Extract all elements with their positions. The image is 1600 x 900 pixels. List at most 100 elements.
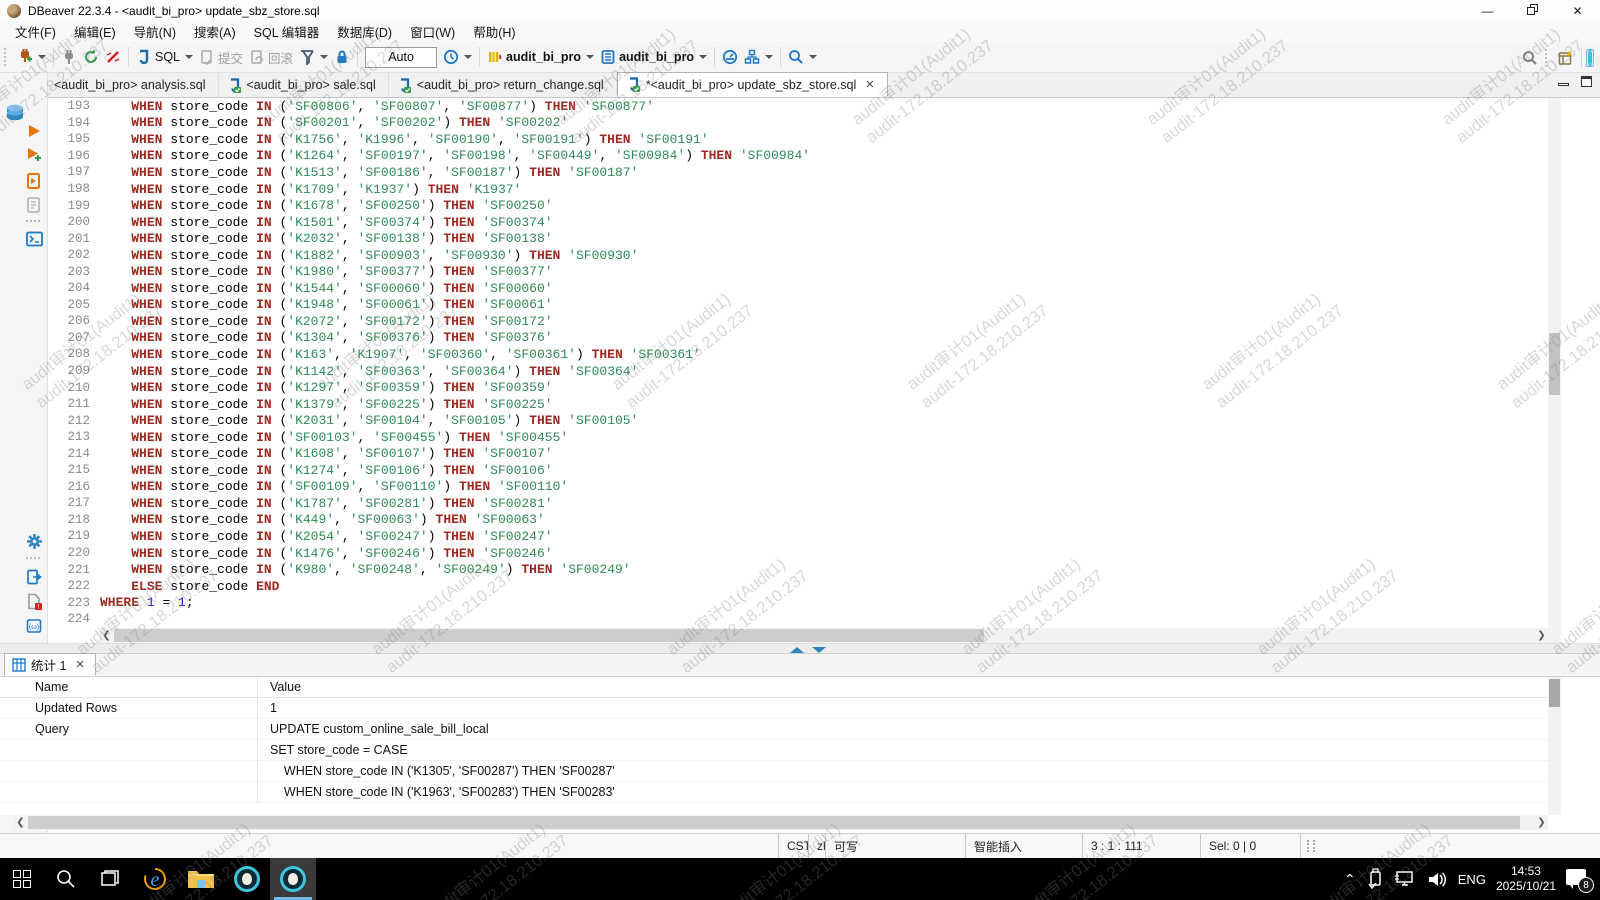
stats-tab[interactable]: 统计 1 ✕: [4, 653, 96, 676]
menu-item-7[interactable]: 帮助(H): [464, 20, 524, 43]
code-line-193[interactable]: 193 WHEN store_code IN ('SF00806', 'SF00…: [48, 98, 1548, 115]
commit-button[interactable]: 提交: [196, 46, 246, 69]
stats-row-3[interactable]: WHEN store_code IN ('K1305', 'SF00287') …: [0, 761, 1548, 782]
status-cell-2[interactable]: 可写: [825, 834, 965, 858]
search-button[interactable]: [785, 47, 820, 67]
status-cell-0[interactable]: CST: [778, 834, 808, 858]
reconnect-button[interactable]: [80, 47, 102, 67]
code-line-208[interactable]: 208 WHEN store_code IN ('K163', 'K1907',…: [48, 346, 1548, 363]
internet-explorer-button[interactable]: e: [132, 858, 178, 900]
code-line-221[interactable]: 221 WHEN store_code IN ('K980', 'SF00248…: [48, 561, 1548, 578]
status-cell-3[interactable]: 智能插入: [965, 834, 1082, 858]
menu-item-0[interactable]: 文件(F): [6, 20, 65, 43]
editor-tab-1[interactable]: <audit_bi_pro> sale.sql: [219, 73, 389, 97]
file-warning-icon[interactable]: !: [26, 593, 44, 611]
sql-console-icon[interactable]: [26, 231, 44, 249]
language-indicator[interactable]: ENG: [1458, 872, 1486, 887]
export-file-icon[interactable]: [26, 569, 44, 587]
file-output-icon[interactable]: (ω): [26, 618, 44, 636]
status-cell-5[interactable]: Sel: 0 | 0: [1200, 834, 1300, 858]
code-line-202[interactable]: 202 WHEN store_code IN ('K1882', 'SF0090…: [48, 247, 1548, 264]
new-connection-button[interactable]: [14, 47, 49, 67]
start-button[interactable]: [6, 858, 38, 900]
menu-item-2[interactable]: 导航(N): [125, 20, 185, 43]
quick-search-button[interactable]: [1519, 48, 1541, 68]
code-line-197[interactable]: 197 WHEN store_code IN ('K1513', 'SF0018…: [48, 164, 1548, 181]
collapse-down-icon[interactable]: [812, 647, 826, 653]
code-line-203[interactable]: 203 WHEN store_code IN ('K1980', 'SF0037…: [48, 263, 1548, 280]
database-navigator-icon[interactable]: [4, 103, 22, 121]
code-line-207[interactable]: 207 WHEN store_code IN ('K1304', 'SF0037…: [48, 330, 1548, 347]
menu-item-1[interactable]: 编辑(E): [65, 20, 125, 43]
stats-row-0[interactable]: Updated Rows1: [0, 698, 1548, 719]
stats-horizontal-scrollbar[interactable]: ❮ ❯: [14, 815, 1548, 830]
close-icon[interactable]: ✕: [75, 658, 84, 671]
connect-button[interactable]: [58, 47, 80, 67]
code-line-224[interactable]: 224: [48, 611, 1548, 628]
tray-chevron-icon[interactable]: ⌃: [1344, 871, 1356, 888]
code-line-204[interactable]: 204 WHEN store_code IN ('K1544', 'SF0006…: [48, 280, 1548, 297]
panel-splitter[interactable]: [0, 643, 1600, 654]
settings-gear-icon[interactable]: [26, 533, 44, 551]
code-line-199[interactable]: 199 WHEN store_code IN ('K1678', 'SF0025…: [48, 197, 1548, 214]
code-line-215[interactable]: 215 WHEN store_code IN ('K1274', 'SF0010…: [48, 462, 1548, 479]
transaction-filter-button[interactable]: [296, 47, 331, 67]
lock-button[interactable]: [331, 47, 353, 67]
stats-row-4[interactable]: WHEN store_code IN ('K1963', 'SF00283') …: [0, 782, 1548, 803]
code-line-198[interactable]: 198 WHEN store_code IN ('K1709', 'K1937'…: [48, 181, 1548, 198]
code-line-211[interactable]: 211 WHEN store_code IN ('K1379', 'SF0022…: [48, 396, 1548, 413]
stats-row-2[interactable]: SET store_code = CASE: [0, 740, 1548, 761]
dbeaver-perspective-button[interactable]: [1586, 49, 1594, 67]
code-line-214[interactable]: 214 WHEN store_code IN ('K1608', 'SF0010…: [48, 445, 1548, 462]
code-line-210[interactable]: 210 WHEN store_code IN ('K1297', 'SF0035…: [48, 379, 1548, 396]
open-perspective-button[interactable]: [1555, 48, 1577, 68]
taskbar-clock[interactable]: 14:53 2025/10/21: [1496, 864, 1556, 894]
volume-icon[interactable]: [1426, 869, 1448, 889]
editor-tab-2[interactable]: <audit_bi_pro> return_change.sql: [389, 73, 617, 97]
rollback-button[interactable]: 回滚: [246, 46, 296, 69]
transaction-log-button[interactable]: [440, 47, 475, 67]
close-button[interactable]: ✕: [1555, 0, 1600, 21]
code-line-218[interactable]: 218 WHEN store_code IN ('K449', 'SF00063…: [48, 512, 1548, 529]
sql-editor-button[interactable]: SQL: [133, 47, 196, 67]
usb-device-icon[interactable]: [1366, 868, 1384, 890]
code-line-206[interactable]: 206 WHEN store_code IN ('K2072', 'SF0017…: [48, 313, 1548, 330]
code-line-209[interactable]: 209 WHEN store_code IN ('K1142', 'SF0036…: [48, 363, 1548, 380]
dashboard-button[interactable]: [719, 47, 741, 67]
column-header-name[interactable]: Name: [0, 677, 258, 698]
editor-tab-3[interactable]: *<audit_bi_pro> update_sbz_store.sql✕: [617, 72, 888, 97]
code-line-220[interactable]: 220 WHEN store_code IN ('K1476', 'SF0024…: [48, 545, 1548, 562]
connection-selector[interactable]: audit_bi_pro: [484, 47, 597, 67]
dbeaver-active-window-button[interactable]: [270, 858, 316, 900]
network-tray-icon[interactable]: [1394, 869, 1416, 889]
close-icon[interactable]: ✕: [865, 78, 874, 91]
schema-selector[interactable]: audit_bi_pro: [597, 47, 710, 67]
code-line-205[interactable]: 205 WHEN store_code IN ('K1948', 'SF0006…: [48, 297, 1548, 314]
code-line-223[interactable]: 223WHERE 1 = 1;: [48, 594, 1548, 611]
task-view-button[interactable]: [94, 858, 126, 900]
editor-tab-0[interactable]: <audit_bi_pro> analysis.sql: [26, 73, 219, 97]
menu-item-4[interactable]: SQL 编辑器: [245, 20, 329, 43]
code-line-217[interactable]: 217 WHEN store_code IN ('K1787', 'SF0028…: [48, 495, 1548, 512]
code-line-216[interactable]: 216 WHEN store_code IN ('SF00109', 'SF00…: [48, 479, 1548, 496]
minimize-button[interactable]: —: [1465, 0, 1510, 21]
sql-editor[interactable]: 193 WHEN store_code IN ('SF00806', 'SF00…: [48, 98, 1548, 628]
editor-horizontal-scrollbar[interactable]: ❮ ❯: [100, 628, 1548, 643]
code-line-194[interactable]: 194 WHEN store_code IN ('SF00201', 'SF00…: [48, 115, 1548, 132]
execute-statement-icon[interactable]: [26, 123, 44, 141]
maximize-editor-icon[interactable]: [1581, 76, 1592, 87]
code-line-200[interactable]: 200 WHEN store_code IN ('K1501', 'SF0037…: [48, 214, 1548, 231]
commit-mode-select[interactable]: Auto: [365, 47, 437, 68]
menu-item-6[interactable]: 窗口(W): [401, 20, 464, 43]
code-line-201[interactable]: 201 WHEN store_code IN ('K2032', 'SF0013…: [48, 230, 1548, 247]
script-disabled-icon[interactable]: [26, 197, 44, 215]
status-cell-1[interactable]: zh: [808, 834, 825, 858]
status-cell-4[interactable]: 3 : 1 : 111: [1082, 834, 1200, 858]
code-line-196[interactable]: 196 WHEN store_code IN ('K1264', 'SF0019…: [48, 148, 1548, 165]
column-header-value[interactable]: Value: [258, 677, 1548, 698]
code-line-222[interactable]: 222 ELSE store_code END: [48, 578, 1548, 595]
stats-vertical-scrollbar[interactable]: [1548, 677, 1561, 815]
code-line-195[interactable]: 195 WHEN store_code IN ('K1756', 'K1996'…: [48, 131, 1548, 148]
taskbar-search-button[interactable]: [50, 858, 82, 900]
restore-button[interactable]: [1510, 0, 1555, 21]
